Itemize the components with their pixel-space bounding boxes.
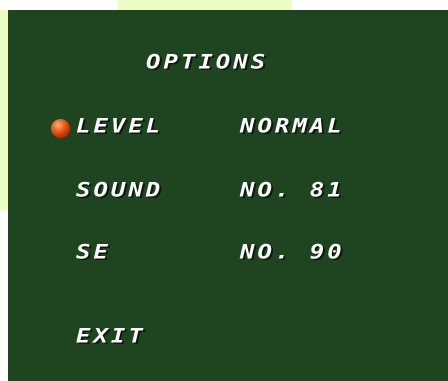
backdrop-white-corner — [0, 0, 118, 10]
menu-item-se-value[interactable]: NO. 90 — [240, 242, 345, 262]
options-title: OPTIONS — [146, 50, 269, 74]
menu-item-sound-label[interactable]: SOUND — [76, 180, 163, 200]
game-screen: OPTIONS LEVEL NORMAL SOUND NO. 81 SE NO.… — [0, 0, 448, 381]
menu-item-se-label[interactable]: SE — [76, 242, 111, 262]
red-ball-icon — [51, 119, 70, 138]
menu-item-sound-value[interactable]: NO. 81 — [240, 180, 345, 200]
menu-item-level-label[interactable]: LEVEL — [76, 116, 163, 136]
menu-item-exit[interactable]: EXIT — [76, 326, 146, 346]
menu-item-level-value[interactable]: NORMAL — [240, 116, 345, 136]
backdrop-tint-top — [118, 0, 292, 10]
